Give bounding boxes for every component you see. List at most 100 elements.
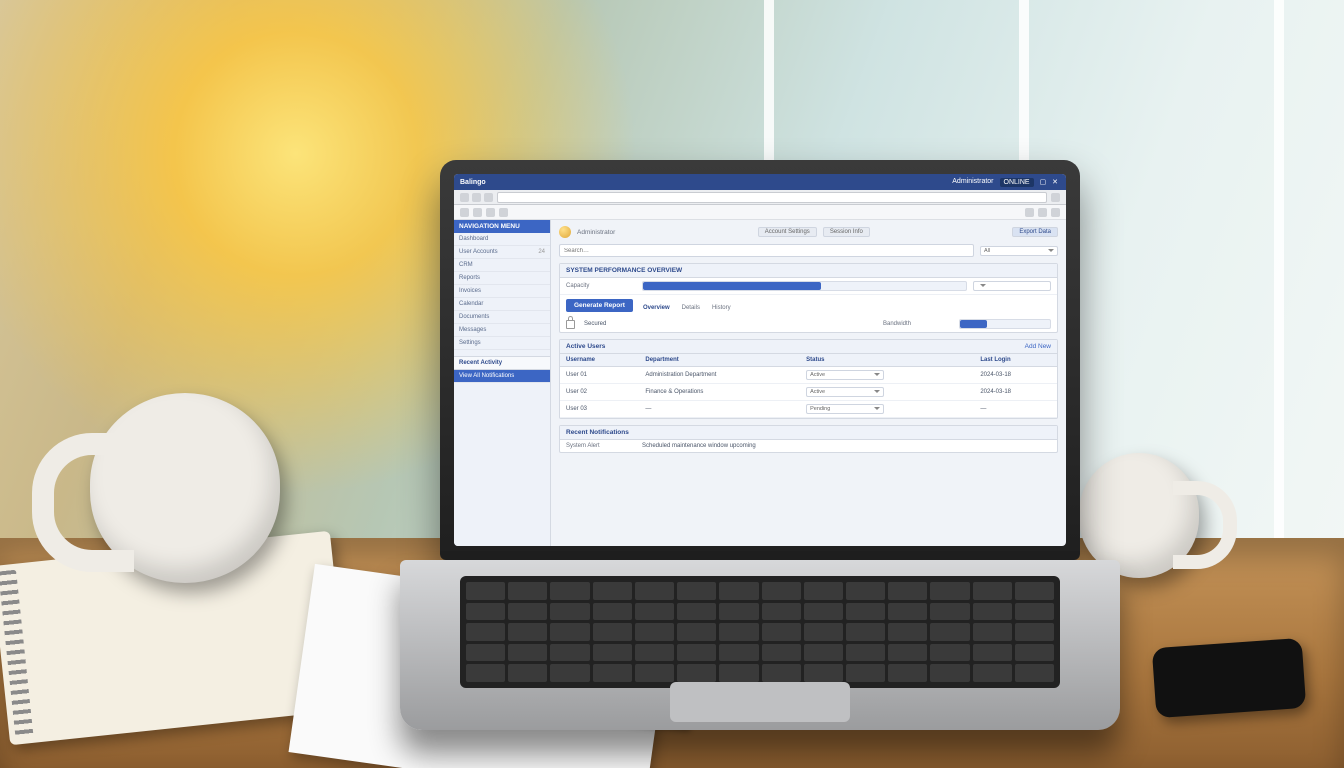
- app-brand: Balingo: [460, 179, 486, 186]
- status-dropdown[interactable]: Active: [806, 370, 884, 380]
- lock-icon: [566, 320, 575, 329]
- notification-row[interactable]: System Alert Scheduled maintenance windo…: [560, 440, 1057, 452]
- bookmark-item-icon[interactable]: [499, 208, 508, 217]
- panel-users: Active Users Add New Username Department…: [559, 339, 1058, 419]
- metric-label: Bandwidth: [883, 321, 953, 327]
- sidebar-item-label: Invoices: [459, 288, 481, 294]
- col-department[interactable]: Department: [639, 354, 800, 367]
- col-status[interactable]: Status: [800, 354, 974, 367]
- smartphone: [1152, 638, 1307, 718]
- address-bar[interactable]: [497, 192, 1047, 203]
- users-table: Username Department Status Last Login Us…: [560, 354, 1057, 418]
- avatar[interactable]: [559, 226, 571, 238]
- table-row[interactable]: User 02 Finance & Operations Active 2024…: [560, 384, 1057, 401]
- cell: User 01: [560, 367, 639, 384]
- sidebar-item-count: 24: [538, 249, 545, 255]
- search-input[interactable]: [559, 244, 974, 257]
- status-dropdown[interactable]: Pending: [806, 404, 884, 414]
- bookmark-item-icon[interactable]: [486, 208, 495, 217]
- metric-label: Capacity: [566, 283, 636, 289]
- cell: User 03: [560, 401, 639, 418]
- export-button[interactable]: Export Data: [1012, 227, 1058, 237]
- dropdown-value: Active: [810, 389, 825, 395]
- tab-history[interactable]: History: [712, 305, 731, 311]
- extension-icon[interactable]: [1025, 208, 1034, 217]
- table-header-row: Username Department Status Last Login: [560, 354, 1057, 367]
- menu-icon[interactable]: [1051, 208, 1060, 217]
- sidebar-item-documents[interactable]: Documents: [454, 311, 550, 324]
- sidebar-item-users[interactable]: User Accounts24: [454, 246, 550, 259]
- sidebar-item-dashboard[interactable]: Dashboard: [454, 233, 550, 246]
- col-last-login[interactable]: Last Login: [974, 354, 1057, 367]
- sidebar-item-calendar[interactable]: Calendar: [454, 298, 550, 311]
- progress-bar: [642, 281, 967, 291]
- browser-toolbar: [454, 190, 1066, 205]
- table-row[interactable]: User 03 — Pending —: [560, 401, 1057, 418]
- coffee-mug-left: [90, 393, 280, 583]
- breadcrumb: Administrator Account Settings Session I…: [559, 226, 1058, 238]
- table-row[interactable]: User 01 Administration Department Active…: [560, 367, 1057, 384]
- cell: 2024-03-18: [974, 384, 1057, 401]
- dropdown-value: All: [984, 248, 990, 254]
- panel-performance: SYSTEM PERFORMANCE OVERVIEW Capacity Gen…: [559, 263, 1058, 333]
- cell: Finance & Operations: [639, 384, 800, 401]
- trackpad: [670, 682, 850, 722]
- panel-notifications: Recent Notifications System Alert Schedu…: [559, 425, 1058, 453]
- sidebar-item-invoices[interactable]: Invoices: [454, 285, 550, 298]
- breadcrumb-user: Administrator: [577, 229, 615, 236]
- secured-label: Secured: [584, 321, 606, 327]
- cell: —: [639, 401, 800, 418]
- sidebar-item-reports[interactable]: Reports: [454, 272, 550, 285]
- metric-dropdown[interactable]: [973, 281, 1051, 291]
- bookmark-item-icon[interactable]: [473, 208, 482, 217]
- breadcrumb-pill[interactable]: Session Info: [823, 227, 870, 237]
- sidebar-item-label: Messages: [459, 327, 486, 333]
- window-controls-icon[interactable]: ▢ ✕: [1040, 178, 1060, 187]
- sidebar-item-label: Settings: [459, 340, 481, 346]
- cell: Administration Department: [639, 367, 800, 384]
- sidebar-item-crm[interactable]: CRM: [454, 259, 550, 272]
- cell: 2024-03-18: [974, 367, 1057, 384]
- search-row: All: [559, 244, 1058, 257]
- cell: User 02: [560, 384, 639, 401]
- home-icon[interactable]: [460, 208, 469, 217]
- extension-icon[interactable]: [1038, 208, 1047, 217]
- tab-overview[interactable]: Overview: [643, 305, 670, 311]
- sidebar-item-messages[interactable]: Messages: [454, 324, 550, 337]
- sidebar-item-label: Reports: [459, 275, 480, 281]
- sidebar-header: NAVIGATION MENU: [454, 220, 550, 233]
- nav-back-icon[interactable]: [460, 193, 469, 202]
- bookmarks-bar: [454, 205, 1066, 220]
- search-filter-dropdown[interactable]: All: [980, 246, 1058, 256]
- tab-details[interactable]: Details: [682, 305, 700, 311]
- dropdown-value: Pending: [810, 406, 830, 412]
- sidebar-item-label: Documents: [459, 314, 489, 320]
- dropdown-value: Active: [810, 372, 825, 378]
- sidebar-item-label: Dashboard: [459, 236, 488, 242]
- sidebar-item-label: View All Notifications: [459, 373, 514, 379]
- nav-reload-icon[interactable]: [484, 193, 493, 202]
- titlebar-status: Administrator: [952, 178, 993, 187]
- laptop: Balingo Administrator ONLINE ▢ ✕: [440, 160, 1080, 730]
- cell: —: [974, 401, 1057, 418]
- laptop-lid: Balingo Administrator ONLINE ▢ ✕: [440, 160, 1080, 560]
- sidebar-item-settings[interactable]: Settings: [454, 337, 550, 350]
- bookmark-icon[interactable]: [1051, 193, 1060, 202]
- generate-report-button[interactable]: Generate Report: [566, 299, 633, 312]
- panel-title: SYSTEM PERFORMANCE OVERVIEW: [566, 267, 682, 274]
- sidebar-item-notifications[interactable]: View All Notifications: [454, 370, 550, 383]
- laptop-base: [400, 560, 1120, 730]
- nav-forward-icon[interactable]: [472, 193, 481, 202]
- add-new-link[interactable]: Add New: [1025, 343, 1051, 350]
- status-dropdown[interactable]: Active: [806, 387, 884, 397]
- breadcrumb-pill[interactable]: Account Settings: [758, 227, 817, 237]
- app-body: NAVIGATION MENU Dashboard User Accounts2…: [454, 220, 1066, 546]
- col-username[interactable]: Username: [560, 354, 639, 367]
- laptop-screen: Balingo Administrator ONLINE ▢ ✕: [454, 174, 1066, 546]
- panel-title: Recent Notifications: [566, 429, 629, 436]
- notification-label: System Alert: [566, 443, 636, 449]
- keyboard: [460, 576, 1060, 688]
- sidebar-item-label: CRM: [459, 262, 473, 268]
- notification-text: Scheduled maintenance window upcoming: [642, 443, 756, 449]
- main-content: Administrator Account Settings Session I…: [551, 220, 1066, 546]
